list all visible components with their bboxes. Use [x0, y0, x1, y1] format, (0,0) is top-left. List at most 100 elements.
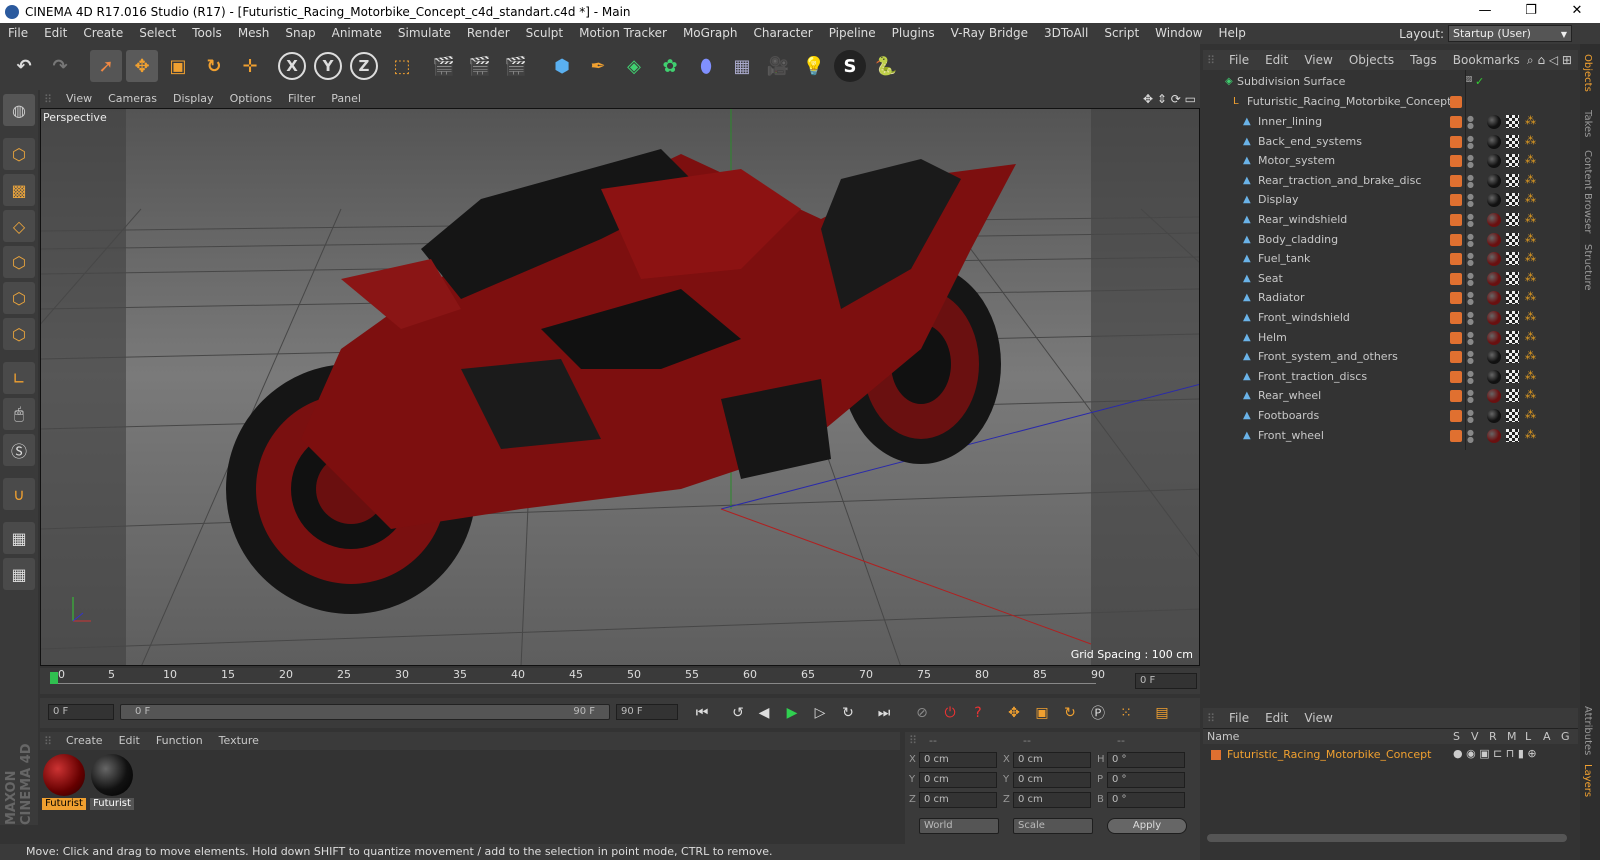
material-menu-texture[interactable]: Texture — [211, 732, 267, 750]
frame-range-slider[interactable]: 0 F 90 F — [120, 704, 610, 720]
material-menu-function[interactable]: Function — [148, 732, 211, 750]
visibility-dots[interactable]: ● ● — [1467, 389, 1474, 404]
material-tag-icon[interactable] — [1487, 389, 1501, 404]
menu-mograph[interactable]: MoGraph — [675, 23, 746, 44]
object-row[interactable]: ▲ Rear_wheel ● ● ⁂ — [1203, 386, 1578, 406]
z-axis-lock-icon[interactable]: Z — [350, 52, 378, 80]
vray-tag-icon[interactable]: ⁂ — [1525, 369, 1537, 383]
layout-dropdown[interactable]: Startup (User) — [1448, 25, 1572, 42]
vray-tag-icon[interactable]: ⁂ — [1525, 349, 1537, 363]
object-row[interactable]: ▲ Front_windshield ● ● ⁂ — [1203, 308, 1578, 328]
current-frame-field[interactable]: 0 F — [1135, 673, 1197, 689]
auto-keying-icon[interactable]: ⏻ — [938, 701, 962, 725]
texture-tag-icon[interactable] — [1506, 232, 1519, 246]
tab-content-browser[interactable]: Content Browser — [1582, 150, 1593, 233]
viewport-menu-view[interactable]: View — [58, 90, 100, 108]
rotate-tool-icon[interactable]: ↻ — [198, 50, 230, 82]
layers-menu-file[interactable]: File — [1221, 708, 1257, 728]
maximize-button[interactable]: ❐ — [1508, 0, 1554, 23]
viewport-menu-display[interactable]: Display — [165, 90, 222, 108]
timeline-ruler[interactable]: 0 5 10 15 20 25 30 35 40 45 50 55 60 65 … — [40, 668, 1200, 694]
objects-menu-objects[interactable]: Objects — [1341, 50, 1402, 70]
undo-icon[interactable]: ↶ — [8, 50, 40, 82]
layer-tag[interactable] — [1450, 233, 1462, 246]
visibility-dots[interactable]: ● ● — [1467, 271, 1474, 286]
material-menu-edit[interactable]: Edit — [111, 732, 148, 750]
redo-icon[interactable]: ↷ — [44, 50, 76, 82]
y-axis-lock-icon[interactable]: Y — [314, 52, 342, 80]
size-x-field[interactable]: 0 cm — [1013, 752, 1091, 768]
object-row[interactable]: ▲ Front_system_and_others ● ● ⁂ — [1203, 347, 1578, 367]
vray-tag-icon[interactable]: ⁂ — [1525, 290, 1537, 304]
size-z-field[interactable]: 0 cm — [1013, 792, 1091, 808]
material-tag-icon[interactable] — [1487, 271, 1501, 286]
layer-tag[interactable] — [1450, 174, 1462, 187]
object-row[interactable]: ▲ Inner_lining ● ● ⁂ — [1203, 112, 1578, 132]
search-icon[interactable]: ⌕ ⌂ ◁ ⊞ — [1527, 53, 1572, 68]
texture-mode-icon[interactable]: ▩ — [3, 174, 35, 206]
visibility-dots[interactable]: ● ● — [1467, 369, 1474, 384]
vray-tag-icon[interactable]: ⁂ — [1525, 408, 1537, 422]
layer-tag[interactable] — [1450, 272, 1462, 285]
viewport-menu-filter[interactable]: Filter — [280, 90, 323, 108]
texture-tag-icon[interactable] — [1506, 350, 1519, 364]
menu-script[interactable]: Script — [1096, 23, 1147, 44]
position-z-field[interactable]: 0 cm — [919, 792, 997, 808]
objects-menu-tags[interactable]: Tags — [1402, 50, 1445, 70]
visibility-dots[interactable]: ● ● — [1467, 409, 1474, 424]
object-row[interactable]: ▲ Seat ● ● ⁂ — [1203, 269, 1578, 289]
material-swatch[interactable]: Futurist — [90, 754, 134, 810]
material-menu-create[interactable]: Create — [58, 732, 111, 750]
render-settings-icon[interactable]: 🎬 — [500, 50, 532, 82]
cloner-icon[interactable]: ✿ — [654, 50, 686, 82]
move-tool-icon[interactable]: ✥ — [126, 50, 158, 82]
coordinate-system-icon[interactable]: ⬚ — [386, 50, 418, 82]
texture-tag-icon[interactable] — [1506, 252, 1519, 266]
rotation-p-field[interactable]: 0 ° — [1107, 772, 1185, 788]
objects-menu-view[interactable]: View — [1296, 50, 1340, 70]
end-frame-field[interactable]: 90 F — [616, 704, 678, 720]
rotation-h-field[interactable]: 0 ° — [1107, 752, 1185, 768]
visibility-dots[interactable]: ● ● — [1467, 173, 1474, 188]
menu-render[interactable]: Render — [459, 23, 518, 44]
next-frame-icon[interactable]: ▷ — [808, 701, 832, 725]
visibility-dots[interactable]: ● ● — [1467, 193, 1474, 208]
layer-tag[interactable] — [1450, 253, 1462, 266]
texture-tag-icon[interactable] — [1506, 311, 1519, 324]
apply-button[interactable]: Apply — [1107, 818, 1187, 834]
timeline-window-icon[interactable]: ▤ — [1150, 701, 1174, 725]
cube-object-icon[interactable]: ⬢ — [546, 50, 578, 82]
objects-menu-bookmarks[interactable]: Bookmarks — [1445, 50, 1528, 70]
material-tag-icon[interactable] — [1487, 213, 1501, 227]
menu-window[interactable]: Window — [1147, 23, 1210, 44]
layer-tag[interactable] — [1450, 135, 1462, 148]
vray-tag-icon[interactable]: ⁂ — [1525, 388, 1537, 402]
subdivision-surface-icon[interactable]: ◈ — [618, 50, 650, 82]
tweak-mode-icon[interactable]: 🖱 — [3, 398, 35, 430]
object-row[interactable]: ▲ Helm ● ● ⁂ — [1203, 328, 1578, 348]
object-row[interactable]: ▲ Radiator ● ● ⁂ — [1203, 288, 1578, 308]
vray-tag-icon[interactable]: ⁂ — [1525, 153, 1537, 167]
position-y-field[interactable]: 0 cm — [919, 772, 997, 788]
layers-menu-view[interactable]: View — [1296, 708, 1340, 728]
polygons-mode-icon[interactable]: ⬡ — [3, 318, 35, 350]
visibility-dots[interactable]: ● ● — [1467, 115, 1474, 130]
next-key-icon[interactable]: ↻ — [836, 701, 860, 725]
material-tag-icon[interactable] — [1487, 193, 1501, 208]
visibility-dots[interactable]: ● ● — [1467, 134, 1474, 149]
layer-tag[interactable] — [1450, 155, 1462, 168]
texture-tag-icon[interactable] — [1506, 115, 1519, 128]
rotation-b-field[interactable]: 0 ° — [1107, 792, 1185, 808]
layer-tag[interactable] — [1450, 214, 1462, 226]
vray-tag-icon[interactable]: ⁂ — [1525, 271, 1537, 285]
material-tag-icon[interactable] — [1487, 409, 1501, 423]
object-row[interactable]: ▲ Display ● ● ⁂ — [1203, 190, 1578, 210]
menu-create[interactable]: Create — [75, 23, 131, 44]
visibility-dots[interactable]: ● ● — [1467, 291, 1474, 306]
texture-tag-icon[interactable] — [1506, 134, 1519, 148]
material-tag-icon[interactable] — [1487, 232, 1501, 247]
key-position-icon[interactable]: ✥ — [1002, 701, 1026, 725]
object-row[interactable]: ▲ Rear_windshield ● ● ⁂ — [1203, 210, 1578, 230]
menu-plugins[interactable]: Plugins — [884, 23, 943, 44]
object-row[interactable]: ▲ Body_cladding ● ● ⁂ — [1203, 230, 1578, 250]
